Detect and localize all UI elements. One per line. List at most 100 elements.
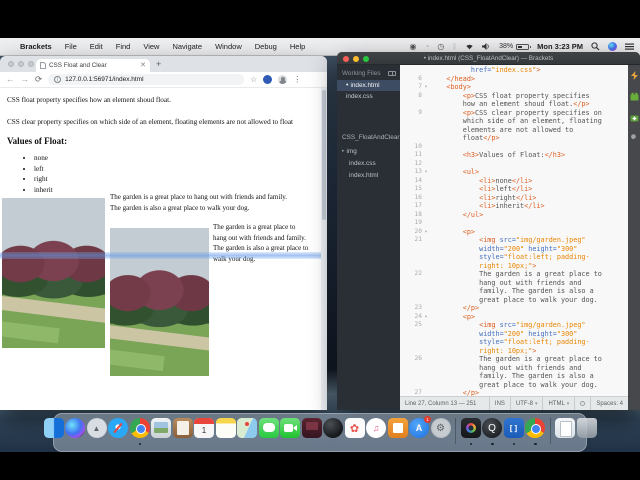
reload-button[interactable]: ⟳: [35, 75, 42, 84]
dock-icon-ibooks[interactable]: [387, 418, 408, 438]
extension-icon[interactable]: [263, 75, 273, 84]
menu-find[interactable]: Find: [116, 42, 131, 51]
new-tab-button[interactable]: +: [156, 60, 161, 69]
close-window-button[interactable]: [8, 61, 14, 67]
handoff-icon[interactable]: ◔: [425, 42, 430, 51]
settings-wrench-icon[interactable]: [630, 134, 639, 143]
menu-file[interactable]: File: [65, 42, 77, 51]
menu-clock[interactable]: Mon 3:23 PM: [537, 42, 583, 51]
working-files-list: • index.html index.css: [337, 80, 400, 102]
minimize-window-button[interactable]: [353, 56, 359, 62]
dock-icon-safari[interactable]: [108, 418, 128, 438]
code-token: <body>: [430, 83, 471, 91]
dock-icon-finder[interactable]: [43, 418, 64, 438]
fold-icon[interactable]: ▾: [422, 83, 430, 92]
split-view-icon[interactable]: [388, 71, 396, 76]
fold-icon[interactable]: ▾: [422, 313, 430, 322]
dock-icon-contacts[interactable]: [172, 418, 193, 438]
indent-setting[interactable]: Spaces: 4: [590, 397, 628, 410]
tree-item-index-html[interactable]: index.html: [337, 169, 400, 181]
menu-edit[interactable]: Edit: [90, 42, 103, 51]
back-button[interactable]: ←: [6, 75, 15, 84]
menu-help[interactable]: Help: [290, 42, 305, 51]
dock-icon-trash[interactable]: [576, 418, 597, 438]
zoom-window-button[interactable]: [28, 61, 34, 67]
caption-line: The garden is a great place to hang out …: [110, 193, 288, 201]
menu-view[interactable]: View: [143, 42, 159, 51]
spotlight-icon[interactable]: [591, 42, 600, 51]
lint-status[interactable]: [574, 397, 590, 410]
fold-icon[interactable]: ▾: [422, 228, 430, 237]
dock-icon-brackets[interactable]: []: [503, 418, 524, 445]
dock-icon-quicktime[interactable]: Q: [482, 418, 502, 445]
dock-icon-screen-recorder-app[interactable]: [460, 418, 481, 445]
dock-icon-facetime[interactable]: [280, 418, 300, 438]
dock-icon-notes[interactable]: [215, 418, 236, 438]
menu-brackets[interactable]: Brackets: [20, 42, 52, 51]
menu-navigate[interactable]: Navigate: [172, 42, 202, 51]
tree-item-index-css[interactable]: index.css: [337, 157, 400, 169]
tab-strip: CSS Float and Clear ✕ +: [0, 56, 327, 72]
page-favicon: [40, 62, 46, 69]
encoding-select[interactable]: UTF-8: [509, 397, 543, 410]
zoom-window-button[interactable]: [363, 56, 369, 62]
tree-item-img[interactable]: ▸ img: [337, 145, 400, 157]
project-name[interactable]: CSS_FloatAndClear: [337, 128, 400, 145]
code-token: </ul>: [430, 210, 484, 219]
profile-avatar[interactable]: [278, 75, 288, 84]
bookmark-star-icon[interactable]: ☆: [250, 75, 257, 84]
line-number: 6: [418, 74, 422, 82]
garden-caption-1: The garden is a great place to hang out …: [110, 192, 287, 213]
dock-icon-launchpad[interactable]: ▲: [86, 418, 107, 438]
language-select[interactable]: HTML: [542, 397, 574, 410]
site-info-icon[interactable]: i: [54, 76, 62, 83]
live-preview-icon[interactable]: [630, 71, 639, 80]
dock-icon-messages[interactable]: [258, 418, 279, 438]
forward-button[interactable]: →: [21, 75, 30, 84]
dock-icon-app-store[interactable]: A1: [409, 416, 431, 438]
fold-icon[interactable]: ▾: [422, 168, 430, 177]
screen-record-icon[interactable]: ◉: [410, 42, 417, 51]
battery-indicator[interactable]: 38%: [499, 43, 532, 50]
working-file-index-css[interactable]: index.css: [337, 91, 400, 102]
menu-debug[interactable]: Debug: [255, 42, 277, 51]
code-text: hang out with friends and: [430, 279, 581, 288]
browser-menu-icon[interactable]: ⋮: [293, 75, 301, 84]
dock-icon-preview[interactable]: [151, 418, 171, 438]
minimize-window-button[interactable]: [18, 61, 24, 67]
dock-icon-itunes[interactable]: ♫: [366, 418, 386, 438]
dock-icon-siri[interactable]: [65, 418, 85, 438]
volume-icon[interactable]: [482, 42, 491, 51]
code-row: 12: [400, 160, 628, 169]
code-row: hang out with friends and: [400, 279, 628, 288]
battery-percent: 38%: [499, 43, 514, 50]
time-machine-icon[interactable]: ◷: [437, 42, 444, 51]
dock-icon-photos[interactable]: ✿: [344, 418, 365, 438]
dock-icon-chromium[interactable]: [525, 418, 545, 445]
siri-icon[interactable]: [608, 42, 617, 51]
insert-mode-toggle[interactable]: INS: [488, 397, 510, 410]
code-editor[interactable]: href="index.css"> 6 </head> 7 ▾ <body> 8 <p>…: [400, 65, 628, 396]
extension-install-icon[interactable]: [630, 113, 639, 122]
notification-center-icon[interactable]: [625, 42, 634, 51]
working-file-index-html[interactable]: • index.html: [337, 80, 400, 91]
wifi-icon[interactable]: [465, 42, 474, 51]
page-scrollbar[interactable]: [321, 88, 327, 410]
dock-icon-chrome[interactable]: [129, 418, 150, 445]
dock-icon-maps[interactable]: [237, 418, 257, 438]
menu-window[interactable]: Window: [215, 42, 242, 51]
disclosure-triangle-icon[interactable]: ▸: [342, 148, 345, 154]
dock-icon-system-preferences[interactable]: ⚙: [430, 418, 451, 438]
dock-icon-photo-booth[interactable]: [301, 418, 322, 438]
page-scrollbar-thumb[interactable]: [322, 90, 326, 220]
dock-icon-downloads[interactable]: [555, 418, 575, 438]
extension-manager-icon[interactable]: [630, 92, 639, 101]
browser-tab[interactable]: CSS Float and Clear ✕: [36, 59, 150, 72]
code-row: 18 </ul>: [400, 211, 628, 220]
close-window-button[interactable]: [343, 56, 349, 62]
address-bar[interactable]: i 127.0.0.1:56971/index.html: [48, 74, 245, 85]
bluetooth-icon[interactable]: ᛒ: [452, 42, 457, 51]
dock-icon-chess[interactable]: [323, 418, 343, 438]
dock-icon-calendar[interactable]: 1: [194, 418, 214, 438]
tab-close-icon[interactable]: ✕: [140, 62, 146, 69]
